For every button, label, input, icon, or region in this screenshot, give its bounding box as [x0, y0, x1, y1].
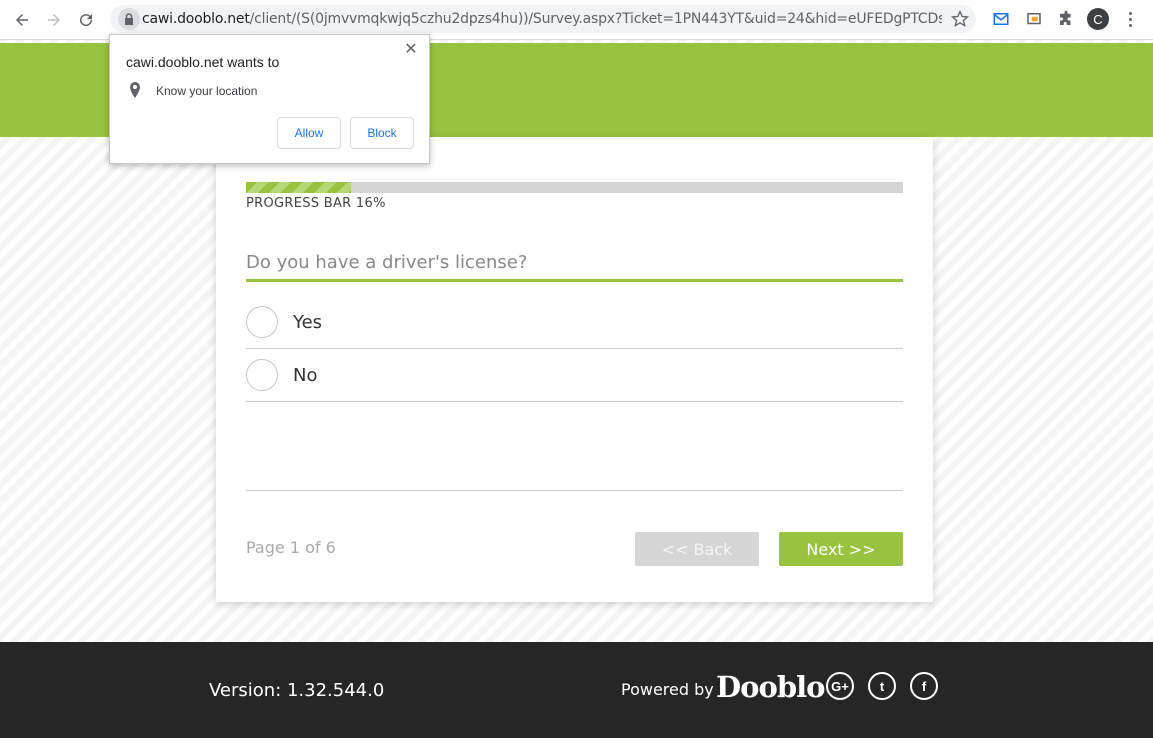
- answer-option-no[interactable]: No: [246, 349, 903, 402]
- google-plus-icon[interactable]: G+: [826, 672, 854, 700]
- survey-card: PROGRESS BAR 16% Do you have a driver's …: [216, 137, 933, 602]
- location-permission-popup: ✕ cawi.dooblo.net wants to Know your loc…: [109, 34, 430, 164]
- block-button[interactable]: Block: [350, 117, 414, 149]
- twitter-icon[interactable]: t: [868, 672, 896, 700]
- browser-menu-icon[interactable]: [1122, 8, 1138, 30]
- address-bar[interactable]: cawi.dooblo.net/client/(S(0jmvvmqkwjq5cz…: [110, 5, 976, 33]
- back-arrow-icon[interactable]: [9, 7, 35, 33]
- progress-bar: [246, 182, 903, 193]
- profile-avatar[interactable]: C: [1087, 8, 1109, 30]
- back-button[interactable]: << Back: [635, 532, 759, 566]
- location-pin-icon: [130, 82, 140, 98]
- puzzle-extensions-icon[interactable]: [1055, 8, 1077, 30]
- bookmark-star-icon[interactable]: [950, 9, 970, 29]
- radio-button[interactable]: [246, 306, 278, 338]
- lock-icon[interactable]: [118, 8, 140, 30]
- option-label: No: [293, 364, 318, 386]
- allow-button[interactable]: Allow: [277, 117, 341, 149]
- section-divider: [246, 490, 903, 491]
- option-label: Yes: [293, 311, 323, 333]
- reload-icon[interactable]: [73, 7, 99, 33]
- facebook-icon[interactable]: f: [910, 672, 938, 700]
- permission-text: Know your location: [156, 84, 258, 98]
- page-indicator: Page 1 of 6: [246, 538, 336, 557]
- cast-extension-icon[interactable]: [1023, 8, 1045, 30]
- answer-option-yes[interactable]: Yes: [246, 296, 903, 349]
- footer: Version: 1.32.544.0 Powered by Dooblo G+…: [0, 642, 1153, 738]
- popup-title: cawi.dooblo.net wants to: [126, 54, 280, 70]
- version-text: Version: 1.32.544.0: [209, 680, 385, 701]
- radio-button[interactable]: [246, 359, 278, 391]
- next-button[interactable]: Next >>: [779, 532, 903, 566]
- progress-bar-fill: [246, 182, 352, 193]
- forward-arrow-icon[interactable]: [41, 7, 67, 33]
- question-text: Do you have a driver's license?: [246, 252, 903, 282]
- dooblo-logo[interactable]: Dooblo: [716, 670, 825, 704]
- powered-by-text: Powered by: [621, 680, 714, 699]
- url-text: cawi.dooblo.net/client/(S(0jmvvmqkwjq5cz…: [142, 11, 942, 27]
- mail-extension-icon[interactable]: [990, 8, 1012, 30]
- progress-label: PROGRESS BAR 16%: [246, 196, 386, 211]
- close-icon[interactable]: ✕: [403, 41, 419, 58]
